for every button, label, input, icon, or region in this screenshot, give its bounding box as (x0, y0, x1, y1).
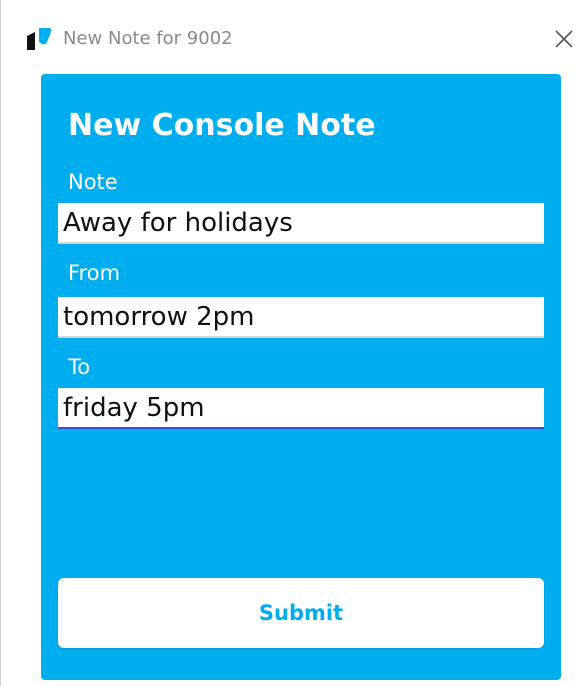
note-label: Note (68, 170, 118, 194)
from-label: From (68, 261, 121, 285)
close-icon[interactable] (549, 24, 579, 54)
console-note-panel: New Console Note Note From To Submit (41, 74, 561, 680)
note-input[interactable] (58, 203, 544, 244)
note-dialog-window: New Note for 9002 New Console Note Note … (0, 0, 588, 686)
title-bar: New Note for 9002 (1, 0, 588, 74)
panel-heading: New Console Note (68, 108, 376, 143)
to-input[interactable] (58, 388, 544, 429)
from-input[interactable] (58, 297, 544, 338)
window-title: New Note for 9002 (63, 28, 233, 49)
to-label: To (68, 355, 91, 379)
submit-button[interactable]: Submit (58, 578, 544, 648)
phone-handset-icon (27, 28, 52, 50)
